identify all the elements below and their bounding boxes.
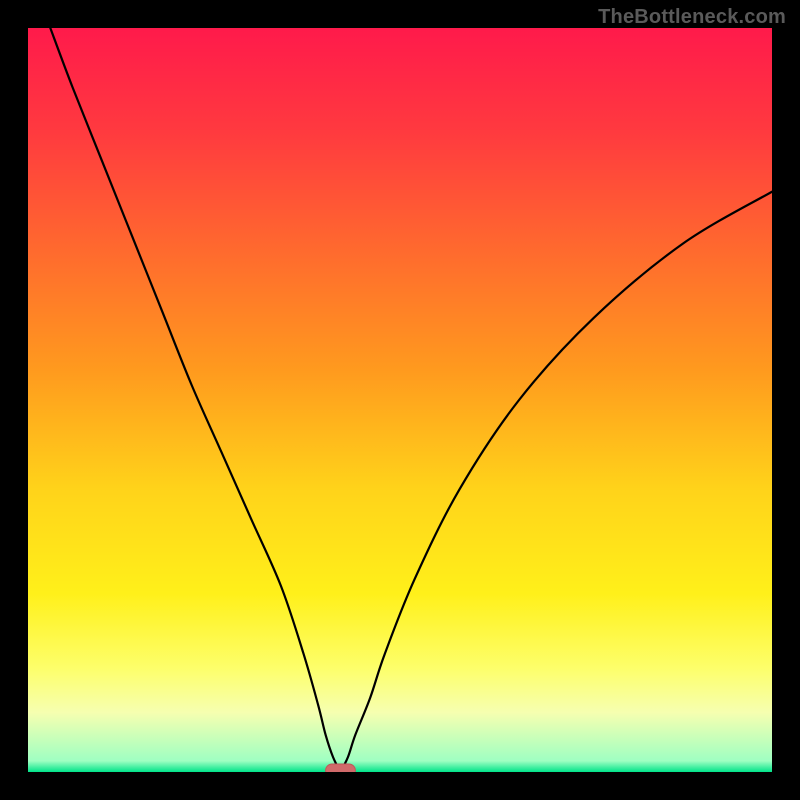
outer-frame: TheBottleneck.com <box>0 0 800 800</box>
watermark-text: TheBottleneck.com <box>598 6 786 29</box>
optimum-marker <box>326 764 356 772</box>
plot-area <box>28 28 772 772</box>
chart-svg <box>28 28 772 772</box>
gradient-background <box>28 28 772 772</box>
